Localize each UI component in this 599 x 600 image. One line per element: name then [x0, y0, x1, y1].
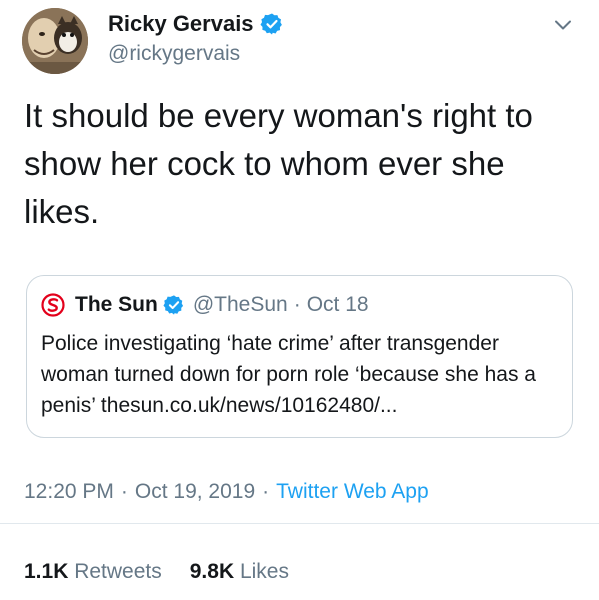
verified-badge-icon — [260, 12, 284, 36]
tweet-meta: 12:20 PM · Oct 19, 2019 · Twitter Web App — [24, 479, 429, 505]
tweet-stats: 1.1K Retweets 9.8K Likes — [24, 559, 289, 585]
divider — [0, 523, 599, 524]
author-display-name[interactable]: Ricky Gervais — [108, 10, 254, 38]
meta-separator: · — [120, 480, 128, 503]
author-name-row: Ricky Gervais — [108, 10, 284, 38]
quoted-tweet-header: The Sun @TheSun · Oct 18 — [41, 292, 369, 318]
quoted-handle[interactable]: @TheSun — [193, 292, 288, 318]
retweets-stat[interactable]: 1.1K Retweets — [24, 560, 162, 583]
quoted-tweet-text: Police investigating ‘hate crime’ after … — [41, 332, 536, 417]
retweets-count: 1.1K — [24, 560, 69, 583]
tweet: Ricky Gervais @rickygervais It should be… — [0, 0, 599, 600]
tweet-date[interactable]: Oct 19, 2019 — [135, 480, 255, 503]
likes-stat[interactable]: 9.8K Likes — [190, 560, 289, 583]
quoted-display-name[interactable]: The Sun — [75, 292, 158, 318]
chevron-down-icon[interactable] — [552, 14, 574, 36]
author-handle[interactable]: @rickygervais — [108, 41, 240, 67]
avatar-image — [22, 8, 88, 74]
verified-badge-icon — [163, 294, 185, 316]
likes-label: Likes — [239, 560, 289, 583]
tweet-source-link[interactable]: Twitter Web App — [276, 480, 429, 503]
quoted-separator: · — [293, 293, 301, 316]
tweet-time[interactable]: 12:20 PM — [24, 480, 114, 503]
quoted-tweet-card[interactable]: The Sun @TheSun · Oct 18 Police investig… — [26, 275, 573, 438]
likes-count: 9.8K — [189, 560, 235, 583]
the-sun-logo-icon — [41, 293, 65, 317]
retweets-label: Retweets — [74, 560, 162, 583]
quoted-date[interactable]: Oct 18 — [307, 292, 369, 318]
avatar[interactable] — [22, 8, 88, 74]
tweet-text: It should be every woman's right to show… — [24, 97, 533, 230]
meta-separator: · — [262, 480, 270, 503]
